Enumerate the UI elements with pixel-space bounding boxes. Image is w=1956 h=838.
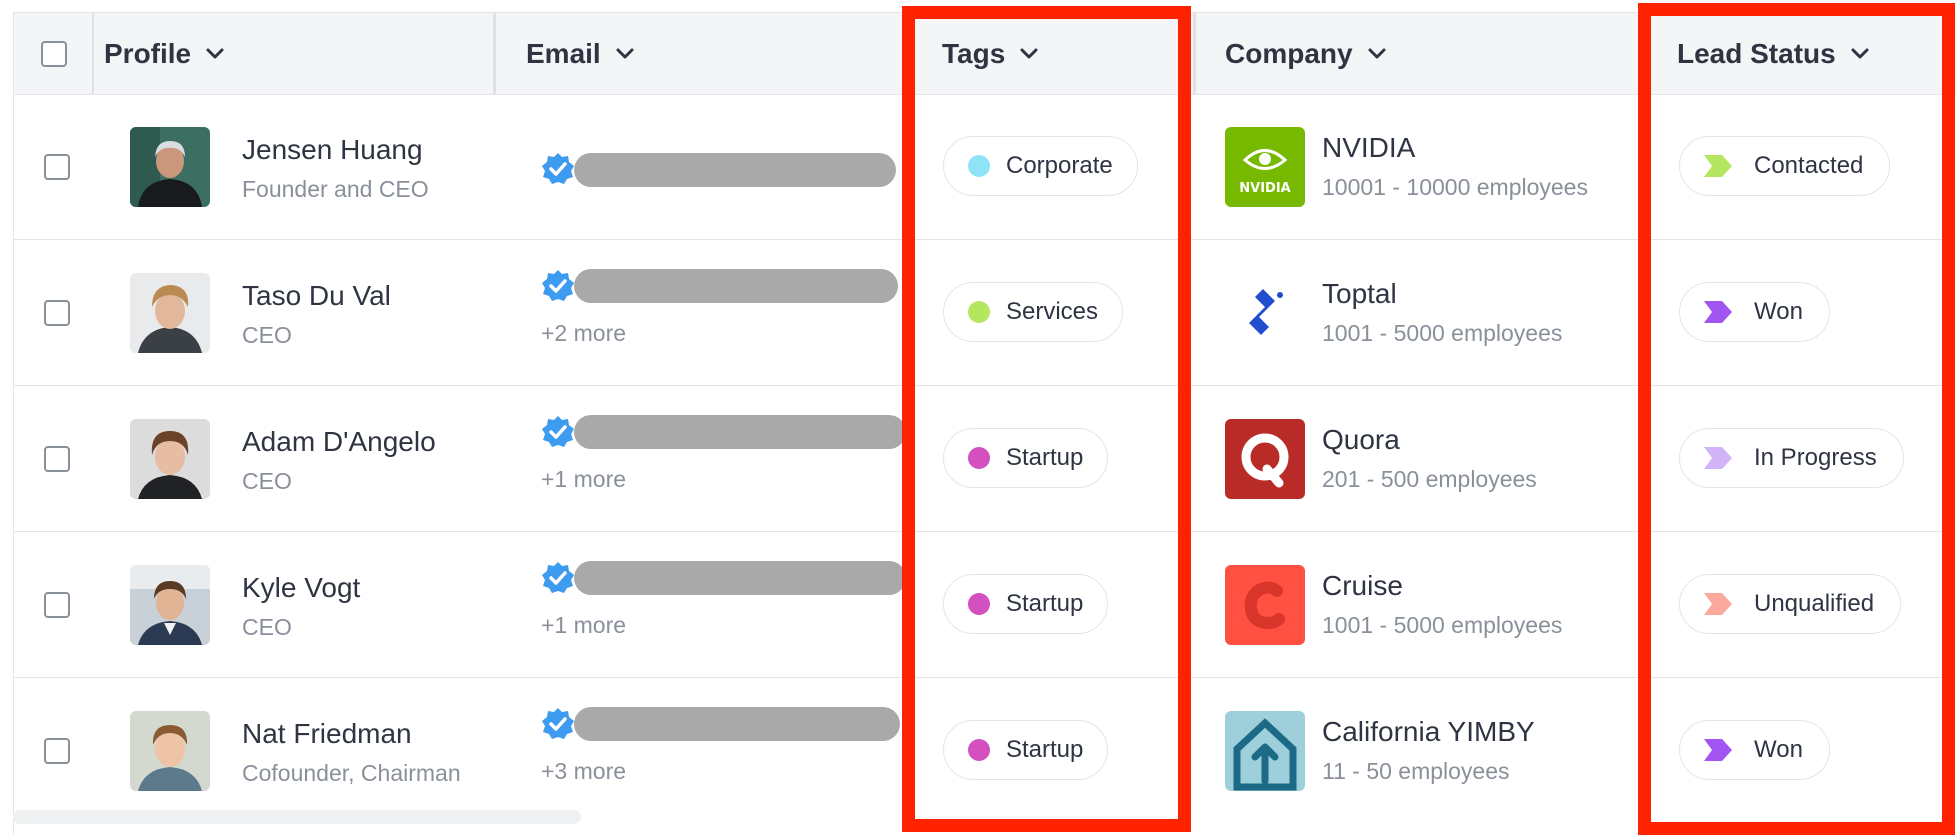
verified-badge-icon	[541, 269, 575, 303]
more-emails-link[interactable]: +1 more	[541, 612, 626, 639]
email-redacted	[574, 415, 906, 449]
profile-title: CEO	[242, 614, 292, 640]
highlight-box-lead-status-column	[1638, 3, 1955, 835]
column-header-company[interactable]: Company	[1225, 13, 1387, 94]
verified-badge-icon	[541, 415, 575, 449]
highlight-box-tags-column	[902, 6, 1191, 832]
profile-name[interactable]: Jensen Huang	[242, 134, 423, 166]
email-redacted	[574, 269, 898, 303]
column-header-email[interactable]: Email	[526, 13, 635, 94]
verified-badge-icon	[541, 707, 575, 741]
company-size: 11 - 50 employees	[1322, 758, 1510, 784]
row-checkbox[interactable]	[44, 154, 70, 180]
profile-title: CEO	[242, 468, 292, 494]
verified-badge-icon	[541, 152, 575, 186]
column-divider[interactable]	[1193, 13, 1196, 94]
row-checkbox[interactable]	[44, 592, 70, 618]
profile-name[interactable]: Taso Du Val	[242, 280, 391, 312]
company-size: 10001 - 10000 employees	[1322, 174, 1588, 200]
company-size: 201 - 500 employees	[1322, 466, 1537, 492]
avatar	[130, 273, 210, 353]
email-redacted	[574, 561, 906, 595]
column-header-label: Company	[1225, 37, 1353, 69]
more-emails-link[interactable]: +1 more	[541, 466, 626, 493]
company-name[interactable]: Cruise	[1322, 570, 1403, 602]
column-divider[interactable]	[493, 13, 496, 94]
company-size: 1001 - 5000 employees	[1322, 320, 1563, 346]
profile-title: CEO	[242, 322, 292, 348]
profile-name[interactable]: Kyle Vogt	[242, 572, 360, 604]
company-name[interactable]: NVIDIA	[1322, 132, 1415, 164]
profile-name[interactable]: Adam D'Angelo	[242, 426, 436, 458]
profile-title: Founder and CEO	[242, 176, 429, 202]
avatar	[130, 565, 210, 645]
company-logo-quora	[1225, 419, 1305, 499]
row-checkbox[interactable]	[44, 300, 70, 326]
chevron-down-icon[interactable]	[1367, 48, 1387, 60]
chevron-down-icon[interactable]	[205, 48, 225, 60]
company-name[interactable]: California YIMBY	[1322, 716, 1535, 748]
company-name[interactable]: Toptal	[1322, 278, 1397, 310]
company-logo-california-yimby	[1225, 711, 1305, 791]
select-all-checkbox[interactable]	[41, 41, 67, 67]
avatar	[130, 127, 210, 207]
column-header-label: Email	[526, 37, 601, 69]
avatar	[130, 711, 210, 791]
company-size: 1001 - 5000 employees	[1322, 612, 1563, 638]
horizontal-scrollbar[interactable]	[13, 810, 581, 824]
column-header-profile[interactable]: Profile	[104, 13, 225, 94]
company-logo-toptal	[1225, 273, 1305, 353]
svg-text:NVIDIA: NVIDIA	[1239, 181, 1290, 196]
verified-badge-icon	[541, 561, 575, 595]
email-redacted	[574, 153, 896, 187]
email-redacted	[574, 707, 900, 741]
row-checkbox[interactable]	[44, 738, 70, 764]
chevron-down-icon[interactable]	[615, 48, 635, 60]
company-name[interactable]: Quora	[1322, 424, 1400, 456]
row-checkbox[interactable]	[44, 446, 70, 472]
profile-name[interactable]: Nat Friedman	[242, 718, 412, 750]
profile-title: Cofounder, Chairman	[242, 760, 461, 786]
avatar	[130, 419, 210, 499]
company-logo-cruise	[1225, 565, 1305, 645]
more-emails-link[interactable]: +3 more	[541, 758, 626, 785]
column-divider	[92, 13, 94, 94]
company-logo-nvidia: NVIDIA	[1225, 127, 1305, 207]
column-header-label: Profile	[104, 37, 192, 69]
more-emails-link[interactable]: +2 more	[541, 320, 626, 347]
